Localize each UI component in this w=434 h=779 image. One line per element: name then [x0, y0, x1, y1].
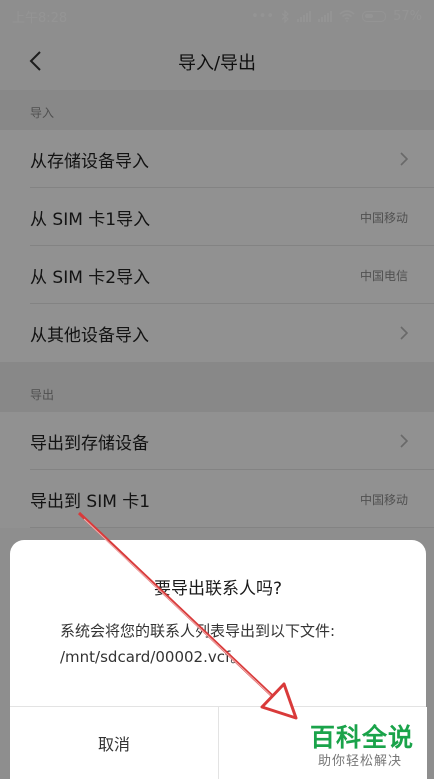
watermark-title: 百科全说 [310, 723, 415, 752]
cancel-button[interactable]: 取消 [10, 707, 218, 779]
watermark-subtitle: 助你轻松解决 [318, 754, 403, 769]
dialog-message: 系统会将您的联系人列表导出到以下文件: /mnt/sdcard/00002.vc… [60, 622, 336, 666]
watermark-logo: 百科全说 助你轻松解决 [306, 718, 426, 776]
dialog-title: 要导出联系人吗? [153, 579, 283, 599]
